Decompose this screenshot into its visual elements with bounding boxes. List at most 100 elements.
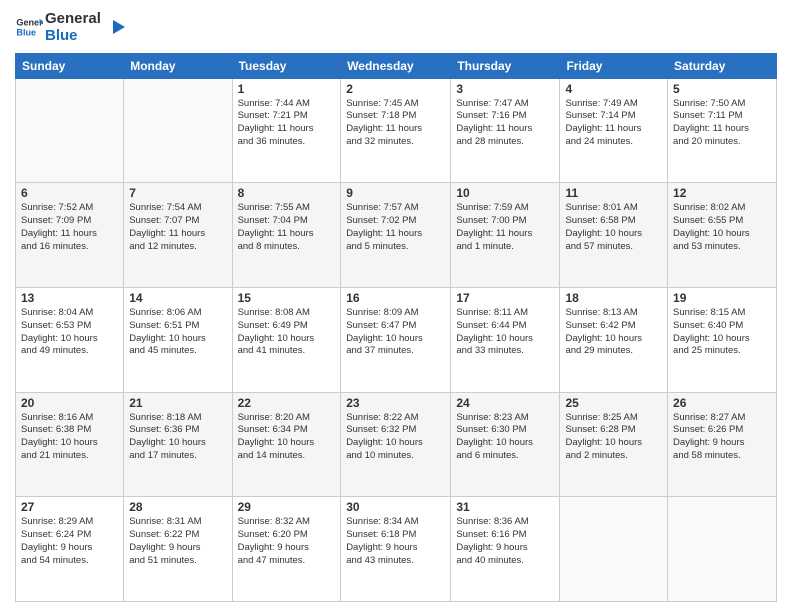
- calendar-cell: 28Sunrise: 8:31 AM Sunset: 6:22 PM Dayli…: [124, 497, 232, 602]
- day-number: 16: [346, 291, 445, 305]
- day-info: Sunrise: 8:06 AM Sunset: 6:51 PM Dayligh…: [129, 307, 226, 358]
- calendar-cell: 8 Sunrise: 7:55 AM Sunset: 7:04 PM Daylig…: [232, 183, 341, 288]
- calendar-cell: 10Sunrise: 7:59 AM Sunset: 7:00 PM Dayli…: [451, 183, 560, 288]
- weekday-header-monday: Monday: [124, 53, 232, 78]
- day-number: 24: [456, 396, 554, 410]
- calendar-cell: 16Sunrise: 8:09 AM Sunset: 6:47 PM Dayli…: [341, 287, 451, 392]
- calendar-page: General Blue General Blue SundayMondayTu…: [0, 0, 792, 612]
- week-row-4: 20 Sunrise: 8:16 AM Sunset: 6:38 PM Dayli…: [16, 392, 777, 497]
- calendar-cell: 21 Sunrise: 8:18 AM Sunset: 6:36 PM Dayli…: [124, 392, 232, 497]
- day-info: Sunrise: 8:16 AM Sunset: 6:38 PM Dayligh…: [21, 412, 118, 463]
- header: General Blue General Blue: [15, 10, 777, 45]
- day-number: 9: [346, 186, 445, 200]
- day-number: 8: [238, 186, 336, 200]
- day-info: Sunrise: 8:18 AM Sunset: 6:36 PM Dayligh…: [129, 412, 226, 463]
- day-number: 29: [238, 500, 336, 514]
- day-info: Sunrise: 7:47 AM Sunset: 7:16 PM Dayligh…: [456, 98, 554, 149]
- day-number: 14: [129, 291, 226, 305]
- weekday-header-saturday: Saturday: [668, 53, 777, 78]
- day-number: 5: [673, 82, 771, 96]
- day-number: 26: [673, 396, 771, 410]
- calendar-cell: 22 Sunrise: 8:20 AM Sunset: 6:34 PM Dayli…: [232, 392, 341, 497]
- day-info: Sunrise: 8:08 AM Sunset: 6:49 PM Dayligh…: [238, 307, 336, 358]
- logo-general: General: [45, 10, 101, 27]
- week-row-5: 27 Sunrise: 8:29 AM Sunset: 6:24 PM Dayli…: [16, 497, 777, 602]
- calendar-cell: 13 Sunrise: 8:04 AM Sunset: 6:53 PM Dayli…: [16, 287, 124, 392]
- calendar-cell: [668, 497, 777, 602]
- day-number: 18: [565, 291, 662, 305]
- day-number: 3: [456, 82, 554, 96]
- day-number: 27: [21, 500, 118, 514]
- day-number: 4: [565, 82, 662, 96]
- day-info: Sunrise: 7:57 AM Sunset: 7:02 PM Dayligh…: [346, 202, 445, 253]
- day-info: Sunrise: 8:23 AM Sunset: 6:30 PM Dayligh…: [456, 412, 554, 463]
- calendar-cell: 11 Sunrise: 8:01 AM Sunset: 6:58 PM Dayli…: [560, 183, 668, 288]
- day-number: 21: [129, 396, 226, 410]
- calendar-cell: 19Sunrise: 8:15 AM Sunset: 6:40 PM Dayli…: [668, 287, 777, 392]
- svg-text:General: General: [16, 18, 43, 28]
- week-row-3: 13 Sunrise: 8:04 AM Sunset: 6:53 PM Dayli…: [16, 287, 777, 392]
- day-number: 25: [565, 396, 662, 410]
- weekday-header-tuesday: Tuesday: [232, 53, 341, 78]
- day-info: Sunrise: 8:29 AM Sunset: 6:24 PM Dayligh…: [21, 516, 118, 567]
- weekday-header-wednesday: Wednesday: [341, 53, 451, 78]
- day-info: Sunrise: 8:32 AM Sunset: 6:20 PM Dayligh…: [238, 516, 336, 567]
- day-number: 15: [238, 291, 336, 305]
- day-info: Sunrise: 8:02 AM Sunset: 6:55 PM Dayligh…: [673, 202, 771, 253]
- day-info: Sunrise: 8:36 AM Sunset: 6:16 PM Dayligh…: [456, 516, 554, 567]
- calendar-cell: 29 Sunrise: 8:32 AM Sunset: 6:20 PM Dayli…: [232, 497, 341, 602]
- logo-blue: Blue: [45, 27, 101, 44]
- day-info: Sunrise: 8:20 AM Sunset: 6:34 PM Dayligh…: [238, 412, 336, 463]
- svg-text:Blue: Blue: [16, 28, 36, 38]
- day-info: Sunrise: 8:11 AM Sunset: 6:44 PM Dayligh…: [456, 307, 554, 358]
- day-number: 11: [565, 186, 662, 200]
- calendar-cell: 2Sunrise: 7:45 AM Sunset: 7:18 PM Daylig…: [341, 78, 451, 183]
- day-info: Sunrise: 8:04 AM Sunset: 6:53 PM Dayligh…: [21, 307, 118, 358]
- calendar-cell: 1 Sunrise: 7:44 AM Sunset: 7:21 PM Daylig…: [232, 78, 341, 183]
- day-info: Sunrise: 7:49 AM Sunset: 7:14 PM Dayligh…: [565, 98, 662, 149]
- weekday-header-thursday: Thursday: [451, 53, 560, 78]
- day-number: 7: [129, 186, 226, 200]
- calendar-cell: 31 Sunrise: 8:36 AM Sunset: 6:16 PM Dayli…: [451, 497, 560, 602]
- day-number: 12: [673, 186, 771, 200]
- calendar-cell: 4 Sunrise: 7:49 AM Sunset: 7:14 PM Daylig…: [560, 78, 668, 183]
- calendar-cell: 12 Sunrise: 8:02 AM Sunset: 6:55 PM Dayli…: [668, 183, 777, 288]
- day-info: Sunrise: 7:52 AM Sunset: 7:09 PM Dayligh…: [21, 202, 118, 253]
- day-info: Sunrise: 7:45 AM Sunset: 7:18 PM Dayligh…: [346, 98, 445, 149]
- day-number: 30: [346, 500, 445, 514]
- day-info: Sunrise: 7:44 AM Sunset: 7:21 PM Dayligh…: [238, 98, 336, 149]
- calendar-cell: 14 Sunrise: 8:06 AM Sunset: 6:51 PM Dayli…: [124, 287, 232, 392]
- weekday-header-sunday: Sunday: [16, 53, 124, 78]
- calendar-table: SundayMondayTuesdayWednesdayThursdayFrid…: [15, 53, 777, 603]
- day-number: 1: [238, 82, 336, 96]
- day-number: 17: [456, 291, 554, 305]
- calendar-cell: 25Sunrise: 8:25 AM Sunset: 6:28 PM Dayli…: [560, 392, 668, 497]
- calendar-cell: 3 Sunrise: 7:47 AM Sunset: 7:16 PM Daylig…: [451, 78, 560, 183]
- calendar-cell: 24 Sunrise: 8:23 AM Sunset: 6:30 PM Dayli…: [451, 392, 560, 497]
- calendar-cell: [124, 78, 232, 183]
- calendar-cell: 27 Sunrise: 8:29 AM Sunset: 6:24 PM Dayli…: [16, 497, 124, 602]
- day-number: 20: [21, 396, 118, 410]
- calendar-cell: 20 Sunrise: 8:16 AM Sunset: 6:38 PM Dayli…: [16, 392, 124, 497]
- calendar-cell: 5 Sunrise: 7:50 AM Sunset: 7:11 PM Daylig…: [668, 78, 777, 183]
- day-info: Sunrise: 8:22 AM Sunset: 6:32 PM Dayligh…: [346, 412, 445, 463]
- calendar-cell: [16, 78, 124, 183]
- week-row-1: 1 Sunrise: 7:44 AM Sunset: 7:21 PM Daylig…: [16, 78, 777, 183]
- day-info: Sunrise: 8:31 AM Sunset: 6:22 PM Dayligh…: [129, 516, 226, 567]
- day-info: Sunrise: 7:50 AM Sunset: 7:11 PM Dayligh…: [673, 98, 771, 149]
- calendar-cell: 23Sunrise: 8:22 AM Sunset: 6:32 PM Dayli…: [341, 392, 451, 497]
- day-number: 13: [21, 291, 118, 305]
- day-number: 31: [456, 500, 554, 514]
- calendar-cell: 18 Sunrise: 8:13 AM Sunset: 6:42 PM Dayli…: [560, 287, 668, 392]
- calendar-cell: 6Sunrise: 7:52 AM Sunset: 7:09 PM Daylig…: [16, 183, 124, 288]
- calendar-cell: 17 Sunrise: 8:11 AM Sunset: 6:44 PM Dayli…: [451, 287, 560, 392]
- day-info: Sunrise: 8:34 AM Sunset: 6:18 PM Dayligh…: [346, 516, 445, 567]
- calendar-cell: 30 Sunrise: 8:34 AM Sunset: 6:18 PM Dayli…: [341, 497, 451, 602]
- day-info: Sunrise: 7:55 AM Sunset: 7:04 PM Dayligh…: [238, 202, 336, 253]
- day-info: Sunrise: 8:13 AM Sunset: 6:42 PM Dayligh…: [565, 307, 662, 358]
- calendar-cell: 26Sunrise: 8:27 AM Sunset: 6:26 PM Dayli…: [668, 392, 777, 497]
- week-row-2: 6Sunrise: 7:52 AM Sunset: 7:09 PM Daylig…: [16, 183, 777, 288]
- day-info: Sunrise: 8:01 AM Sunset: 6:58 PM Dayligh…: [565, 202, 662, 253]
- day-info: Sunrise: 7:59 AM Sunset: 7:00 PM Dayligh…: [456, 202, 554, 253]
- day-number: 22: [238, 396, 336, 410]
